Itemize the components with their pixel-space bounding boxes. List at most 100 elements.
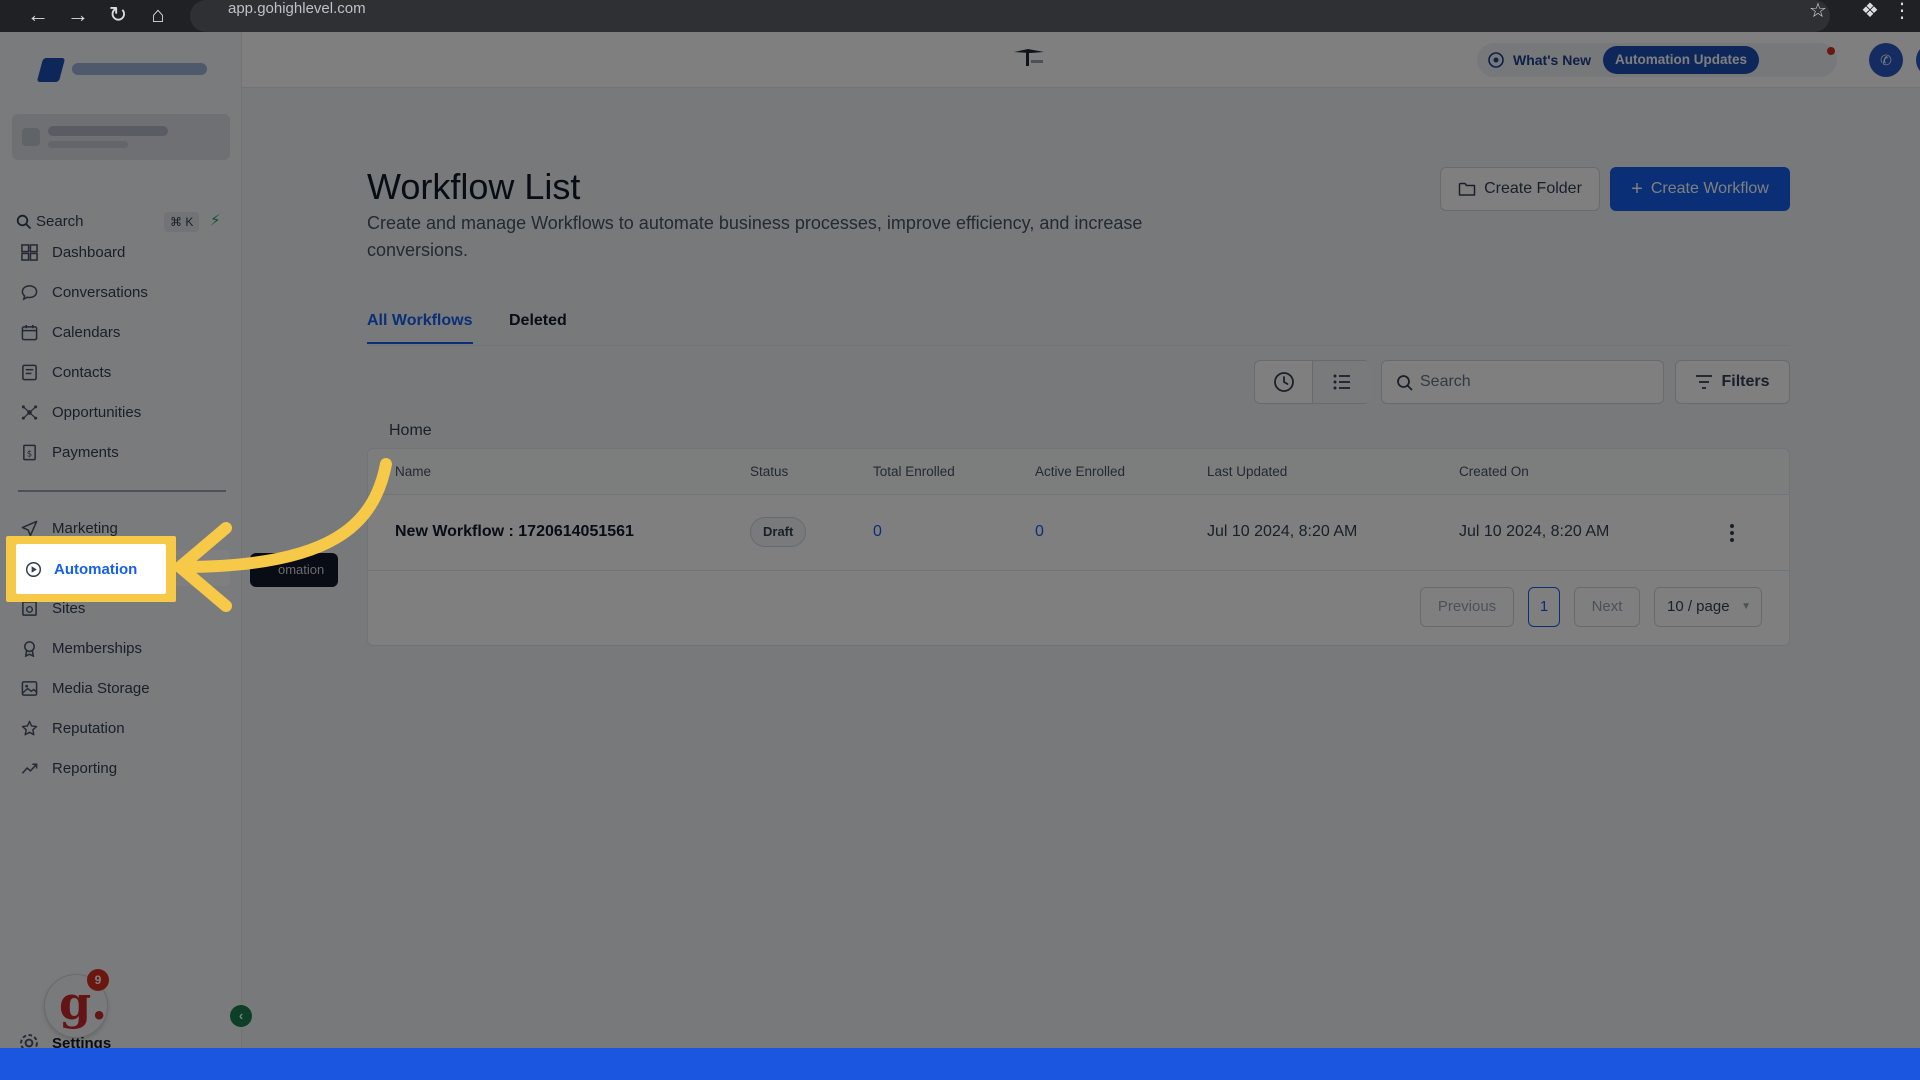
page-number-button[interactable]: 1 [1528,587,1560,627]
sidebar-item-label: Reputation [52,719,125,737]
notifications-button[interactable] [1916,43,1920,77]
column-header-name[interactable]: Name [395,464,431,479]
logo-mark-icon [36,58,66,82]
column-header-active-enrolled[interactable]: Active Enrolled [1035,464,1125,479]
back-arrow-icon[interactable]: ← [22,0,54,32]
chat-widget-badge: 9 [87,969,109,991]
next-page-button[interactable]: Next [1574,587,1640,627]
column-header-status[interactable]: Status [750,464,788,479]
list-icon [1333,374,1350,390]
contacts-icon [18,361,40,383]
sidebar-item-reputation[interactable]: Reputation [12,710,230,746]
workflow-name-link[interactable]: New Workflow : 1720614051561 [395,523,634,541]
sidebar-item-label: Dashboard [52,243,126,261]
sidebar-item-label: Media Storage [52,679,150,697]
sidebar-item-memberships[interactable]: Memberships [12,630,230,666]
bookmark-star-icon[interactable]: ☆ [1804,0,1832,32]
company-logo [36,54,210,84]
clock-icon [1273,372,1294,392]
home-icon[interactable]: ⌂ [142,0,174,32]
column-header-total-enrolled[interactable]: Total Enrolled [873,464,955,479]
create-folder-label: Create Folder [1484,180,1582,197]
create-workflow-button[interactable]: + Create Workflow [1610,167,1790,211]
automation-updates-button[interactable]: Automation Updates [1603,46,1760,74]
membership-icon [18,637,40,659]
tab-deleted[interactable]: Deleted [509,312,567,330]
forward-arrow-icon[interactable]: → [62,0,94,32]
plus-icon: + [1631,178,1643,200]
highlighted-automation-label: Automation [54,560,138,578]
chevron-left-icon: ‹ [238,1008,244,1023]
sidebar-item-opportunities[interactable]: Opportunities [12,394,230,430]
sidebar-item-label: Conversations [52,283,148,301]
highlighted-automation-item[interactable]: Automation [16,544,166,594]
browser-menu-icon[interactable]: ⋮ [1888,0,1916,32]
active-enrolled-count[interactable]: 0 [1035,523,1044,541]
sidebar-item-label: Calendars [52,323,121,341]
tab-all-workflows[interactable]: All Workflows [367,312,473,344]
sidebar-item-dashboard[interactable]: Dashboard [12,234,230,270]
star-icon [18,717,40,739]
sidebar-item-label: Contacts [52,363,112,381]
workflow-tabs: All Workflows Deleted [367,306,1790,346]
megaphone-icon [1488,52,1504,68]
sidebar-item-media-storage[interactable]: Media Storage [12,670,230,706]
payments-icon: $ [18,441,40,463]
sidebar-item-conversations[interactable]: Conversations [12,274,230,310]
search-shortcut: ⌘ K [164,212,200,232]
folder-icon [1458,182,1476,196]
phone-icon: ✆ [1880,52,1892,68]
pointer-arrow-icon [174,458,392,612]
create-folder-button[interactable]: Create Folder [1440,167,1600,211]
dashboard-icon [18,241,40,263]
sidebar-item-label: Reporting [52,759,118,777]
page-subtitle: Create and manage Workflows to automate … [367,213,1143,260]
image-icon [18,677,40,699]
filter-icon [1696,375,1713,389]
sidebar-item-calendars[interactable]: Calendars [12,314,230,350]
view-toggle-group [1254,360,1371,404]
calendar-icon [18,321,40,343]
svg-text:$: $ [26,449,31,459]
list-view-button[interactable] [1313,361,1371,403]
whats-new-pill[interactable]: What's New Automation Updates [1477,43,1837,77]
search-icon [16,214,32,230]
sidebar-item-reporting[interactable]: Reporting [12,750,230,786]
search-placeholder: Search [1420,373,1471,390]
history-button[interactable] [1255,361,1313,403]
row-actions-kebab-icon[interactable] [1722,519,1742,547]
whats-new-label: What's New [1513,52,1592,68]
chevron-down-icon: ▼ [1741,601,1751,612]
page-size-select[interactable]: 10 / page ▼ [1654,587,1762,627]
sidebar-item-contacts[interactable]: Contacts [12,354,230,390]
lightning-icon[interactable]: ⚡ [210,211,221,229]
account-switcher[interactable] [12,114,230,160]
account-location-blurred [48,141,128,148]
sidebar-search-label: Search [36,213,84,230]
workflow-search-input[interactable]: Search [1381,360,1664,404]
brand-logo-icon [1014,49,1044,66]
total-enrolled-count[interactable]: 0 [873,523,882,541]
create-workflow-label: Create Workflow [1650,180,1769,197]
sidebar-item-label: Sites [52,599,86,617]
collapse-sidebar-button[interactable]: ‹ [230,1005,252,1027]
reload-icon[interactable]: ↻ [102,0,134,32]
filters-label: Filters [1721,373,1770,390]
highlight-frame: Automation [6,536,176,602]
notification-dot [1827,47,1835,55]
previous-page-button[interactable]: Previous [1420,587,1514,627]
page-title: Workflow List [367,166,581,207]
column-header-last-updated[interactable]: Last Updated [1207,464,1287,479]
phone-button[interactable]: ✆ [1869,43,1903,77]
extensions-icon[interactable]: ❖ [1856,0,1884,32]
table-row[interactable]: New Workflow : 1720614051561 Draft 0 0 J… [368,495,1789,571]
column-header-created-on[interactable]: Created On [1459,464,1529,479]
account-name-blurred [48,126,168,136]
address-bar[interactable]: app.gohighlevel.com [190,0,1830,32]
account-icon [22,128,40,146]
automation-icon [22,558,44,580]
workflow-table: Name Status Total Enrolled Active Enroll… [367,448,1790,646]
breadcrumb[interactable]: Home [389,422,432,440]
sidebar-item-label: Marketing [52,519,118,537]
filters-button[interactable]: Filters [1675,360,1790,404]
